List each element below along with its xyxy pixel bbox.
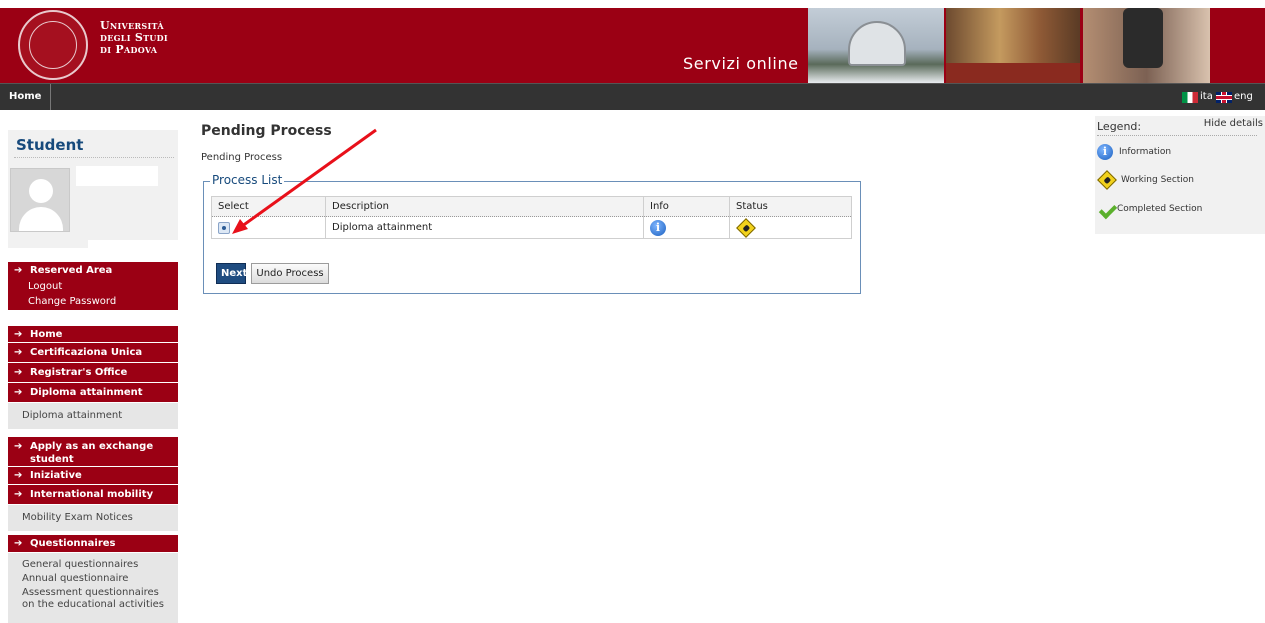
legend-item-working-section: Working Section <box>1097 170 1195 190</box>
legend-title: Legend: <box>1097 120 1142 133</box>
legend-label: Working Section <box>1121 175 1195 185</box>
legend-item-completed-section: Completed Section <box>1097 202 1202 216</box>
working-section-icon <box>1097 170 1117 190</box>
info-icon: i <box>1097 144 1113 160</box>
divider <box>1097 135 1257 136</box>
legend-label: Completed Section <box>1117 204 1203 214</box>
hide-details-link[interactable]: Hide details <box>1204 118 1263 129</box>
check-icon <box>1097 202 1115 216</box>
legend-label: Information <box>1119 147 1172 157</box>
annotation-arrow-icon <box>232 128 377 234</box>
legend-item-information: i Information <box>1097 144 1171 160</box>
legend-panel: Legend: Hide details i Information Worki… <box>1095 116 1265 234</box>
